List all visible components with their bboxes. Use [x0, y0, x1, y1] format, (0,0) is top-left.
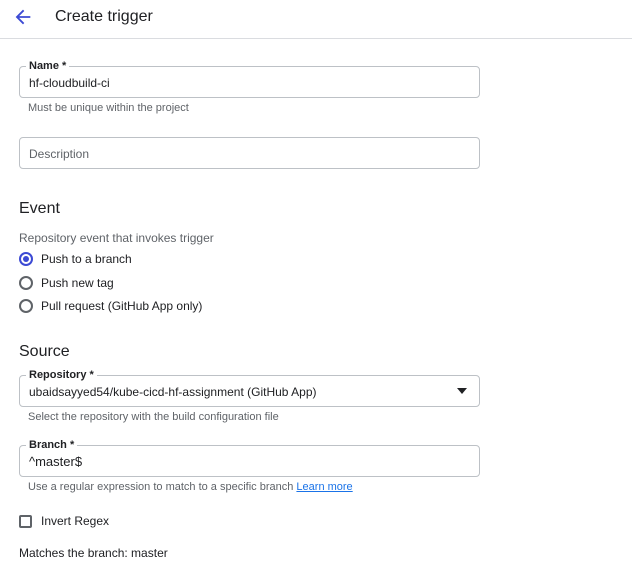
page-header: Create trigger — [0, 0, 632, 39]
name-hint: Must be unique within the project — [28, 102, 189, 114]
branch-hint-text: Use a regular expression to match to a s… — [28, 481, 294, 493]
page-title: Create trigger — [55, 8, 153, 25]
radio-label: Push new tag — [41, 276, 114, 290]
description-field[interactable]: Description — [19, 137, 480, 169]
branch-value: ^master$ — [29, 454, 83, 469]
branch-label: Branch * — [26, 438, 78, 452]
repository-label: Repository * — [26, 368, 97, 382]
radio-label: Pull request (GitHub App only) — [41, 299, 203, 313]
dropdown-arrow-icon[interactable] — [457, 388, 467, 394]
radio-checked-icon[interactable] — [19, 252, 33, 266]
name-value: hf-cloudbuild-ci — [29, 76, 110, 90]
branch-match-text: Matches the branch: master — [19, 546, 168, 560]
invert-regex-checkbox[interactable]: Invert Regex — [19, 514, 109, 528]
radio-unchecked-icon[interactable] — [19, 299, 33, 313]
invert-regex-label: Invert Regex — [41, 514, 110, 528]
event-section-title: Event — [19, 200, 60, 217]
branch-field[interactable]: Branch * ^master$ — [19, 438, 480, 477]
radio-label: Push to a branch — [41, 252, 132, 266]
repository-value: ubaidsayyed54/kube-cicd-hf-assignment (G… — [29, 385, 317, 399]
repository-select[interactable]: Repository * ubaidsayyed54/kube-cicd-hf-… — [19, 368, 480, 407]
repository-hint: Select the repository with the build con… — [28, 411, 279, 423]
radio-push-branch[interactable]: Push to a branch — [19, 250, 132, 268]
name-label: Name * — [26, 59, 70, 73]
radio-push-tag[interactable]: Push new tag — [19, 274, 114, 292]
name-field[interactable]: Name * hf-cloudbuild-ci — [19, 59, 480, 98]
branch-hint: Use a regular expression to match to a s… — [28, 480, 353, 494]
learn-more-link[interactable]: Learn more — [296, 481, 352, 493]
radio-unchecked-icon[interactable] — [19, 276, 33, 290]
radio-pull-request[interactable]: Pull request (GitHub App only) — [19, 297, 202, 315]
description-placeholder: Description — [29, 147, 90, 161]
source-section-title: Source — [19, 343, 70, 360]
event-subtitle: Repository event that invokes trigger — [19, 231, 214, 245]
arrow-back-icon[interactable] — [12, 6, 34, 28]
checkbox-unchecked-icon[interactable] — [19, 514, 32, 528]
